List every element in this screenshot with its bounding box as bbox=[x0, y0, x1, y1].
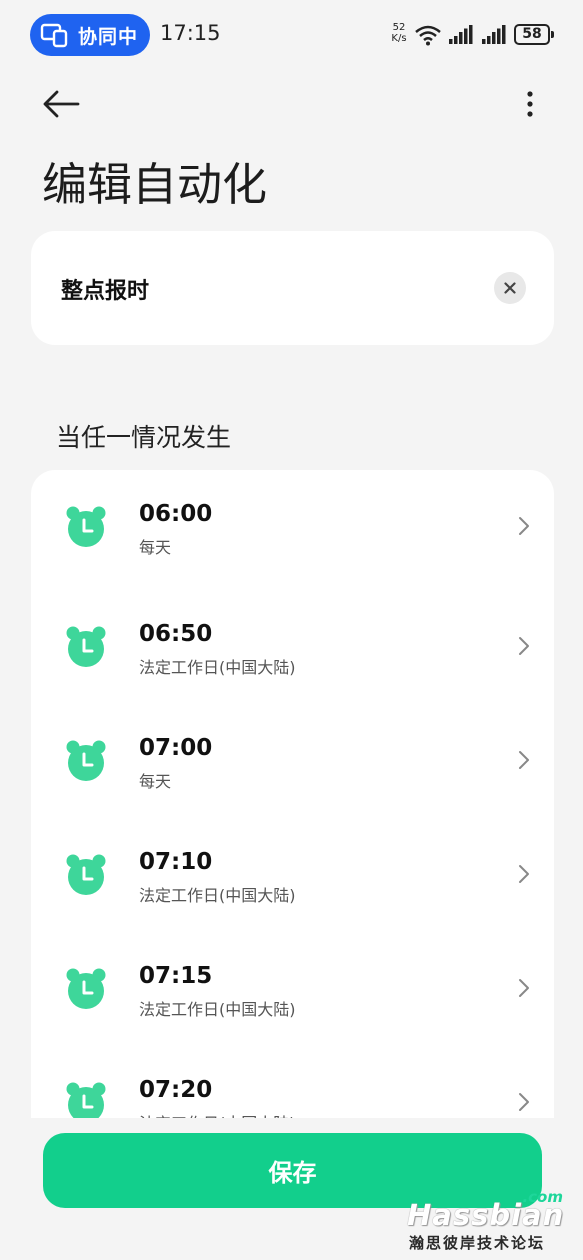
chevron-right-icon bbox=[519, 637, 529, 655]
trigger-time: 07:10 bbox=[139, 849, 213, 875]
more-vertical-icon[interactable] bbox=[512, 86, 548, 122]
trigger-item[interactable]: 06:00 每天 bbox=[31, 470, 554, 570]
trigger-item[interactable]: 07:00 每天 bbox=[31, 704, 554, 804]
watermark-subtitle: 瀚思彼岸技术论坛 bbox=[409, 1234, 546, 1252]
cast-label: 协同中 bbox=[78, 25, 139, 48]
alarm-clock-icon bbox=[66, 626, 106, 667]
trigger-section-label: 当任一情况发生 bbox=[56, 423, 232, 452]
trigger-item[interactable]: 07:20 法定工作日(中国大陆) bbox=[31, 1046, 554, 1118]
battery-indicator: 58 bbox=[514, 24, 554, 45]
net-speed-value: 52 bbox=[392, 22, 406, 33]
back-arrow-icon[interactable] bbox=[40, 86, 82, 122]
trigger-repeat: 法定工作日(中国大陆) bbox=[139, 886, 296, 905]
trigger-item[interactable]: 07:15 法定工作日(中国大陆) bbox=[31, 932, 554, 1032]
multi-screen-icon bbox=[40, 23, 68, 48]
chevron-right-icon bbox=[519, 1093, 529, 1111]
chevron-right-icon bbox=[519, 751, 529, 769]
trigger-time: 06:00 bbox=[139, 501, 213, 527]
trigger-repeat: 法定工作日(中国大陆) bbox=[139, 1110, 296, 1118]
alarm-clock-icon bbox=[66, 968, 106, 1009]
alarm-clock-icon bbox=[66, 854, 106, 895]
trigger-item[interactable]: 07:10 法定工作日(中国大陆) bbox=[31, 818, 554, 918]
wifi-icon bbox=[415, 25, 441, 46]
alarm-clock-icon bbox=[66, 740, 106, 781]
trigger-time: 06:50 bbox=[139, 621, 213, 647]
trigger-time: 07:15 bbox=[139, 963, 213, 989]
net-speed-unit: K/s bbox=[391, 33, 407, 44]
alarm-clock-icon bbox=[66, 1082, 106, 1118]
clear-name-button[interactable] bbox=[494, 272, 526, 304]
status-bar: 协同中 17:15 52 K/s 58 bbox=[0, 0, 583, 70]
trigger-repeat: 法定工作日(中国大陆) bbox=[139, 658, 296, 677]
close-icon bbox=[504, 282, 516, 294]
cast-status-pill[interactable]: 协同中 bbox=[30, 14, 150, 56]
signal-icon bbox=[449, 25, 473, 44]
signal-icon bbox=[482, 25, 506, 44]
watermark-logo: .com Hassbian 瀚思彼岸技术论坛 bbox=[405, 1188, 573, 1256]
trigger-item[interactable]: 06:50 法定工作日(中国大陆) bbox=[31, 590, 554, 690]
trigger-time: 07:20 bbox=[139, 1077, 213, 1103]
watermark-brand: Hassbian bbox=[407, 1198, 565, 1232]
trigger-repeat: 法定工作日(中国大陆) bbox=[139, 1000, 296, 1019]
trigger-time: 07:00 bbox=[139, 735, 213, 761]
automation-name-input[interactable]: 整点报时 bbox=[61, 273, 149, 305]
chevron-right-icon bbox=[519, 979, 529, 997]
trigger-repeat: 每天 bbox=[139, 772, 172, 791]
net-speed: 52 K/s bbox=[386, 22, 412, 44]
trigger-list: 06:00 每天 06:50 法定工作日(中国大陆) 07:00 每天 07:10 法定工作日… bbox=[31, 470, 554, 1118]
chevron-right-icon bbox=[519, 865, 529, 883]
status-clock: 17:15 bbox=[160, 21, 221, 45]
trigger-repeat: 每天 bbox=[139, 538, 172, 557]
page-title: 编辑自动化 bbox=[42, 158, 268, 211]
alarm-clock-icon bbox=[66, 506, 106, 547]
automation-name-card[interactable]: 整点报时 bbox=[31, 231, 554, 345]
chevron-right-icon bbox=[519, 517, 529, 535]
